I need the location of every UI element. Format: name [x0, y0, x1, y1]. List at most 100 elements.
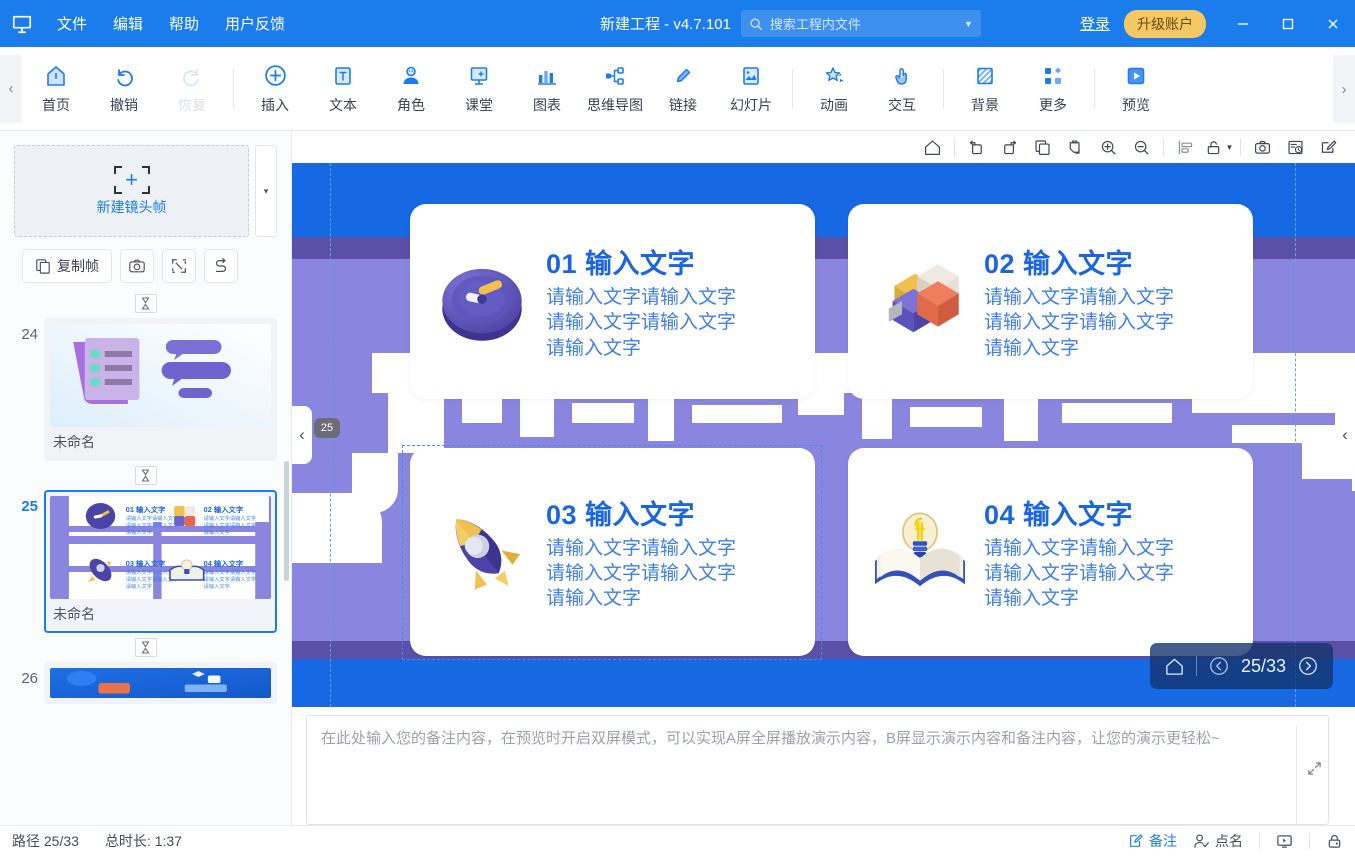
- slide-name[interactable]: 未命名: [50, 599, 271, 627]
- card-title[interactable]: 04 输入文字: [984, 493, 1174, 532]
- card-line[interactable]: 请输入文字请输入文字: [984, 561, 1174, 586]
- canvas-viewport[interactable]: 25 01 输入文字 请输入文字请输入文字 请输入文字请输入文字 请输入文字 0…: [292, 163, 1355, 707]
- notes-input[interactable]: 在此处输入您的备注内容，在预览时开启双屏模式，可以实现A屏全屏播放演示内容，B屏…: [306, 715, 1329, 825]
- slide-thumbnail-card[interactable]: [44, 662, 277, 704]
- slide-row[interactable]: 24 未命名: [14, 318, 277, 461]
- slide-name[interactable]: 未命名: [50, 427, 271, 455]
- lock-button[interactable]: [1326, 833, 1343, 850]
- ribbon-item-redo[interactable]: 恢复: [158, 53, 226, 125]
- card-line[interactable]: 请输入文字请输入文字: [546, 285, 736, 310]
- search-dropdown-icon[interactable]: ▼: [964, 19, 973, 29]
- card-title[interactable]: 03 输入文字: [546, 493, 736, 532]
- minimize-button[interactable]: [1220, 0, 1265, 47]
- ribbon-item-undo[interactable]: 撤销: [90, 53, 158, 125]
- menu-edit[interactable]: 编辑: [100, 7, 156, 40]
- ribbon-scroll-left[interactable]: ‹: [0, 54, 22, 123]
- search-input[interactable]: 搜索工程内文件: [770, 14, 957, 33]
- new-frame-button[interactable]: + 新建镜头帧: [14, 145, 249, 237]
- notes-expand-button[interactable]: [1307, 761, 1322, 776]
- card-line[interactable]: 请输入文字请输入文字: [984, 536, 1174, 561]
- present-screen-button[interactable]: [1276, 833, 1293, 850]
- ribbon-item-classroom[interactable]: 课堂: [445, 53, 513, 125]
- menu-help[interactable]: 帮助: [156, 7, 212, 40]
- upgrade-account-button[interactable]: 升级账户: [1124, 9, 1206, 38]
- card-line[interactable]: 请输入文字请输入文字: [546, 310, 736, 335]
- zoom-out-button[interactable]: [1125, 133, 1158, 161]
- ribbon-item-slide[interactable]: 幻灯片: [717, 53, 785, 125]
- card-line[interactable]: 请输入文字: [984, 336, 1174, 361]
- ribbon-item-mindmap[interactable]: 思维导图: [581, 53, 649, 125]
- canvas-page-nav[interactable]: 25/33: [1149, 643, 1333, 689]
- card-line[interactable]: 请输入文字请输入文字: [546, 561, 736, 586]
- nav-prev-icon[interactable]: [1208, 655, 1230, 677]
- transition-marker[interactable]: [14, 633, 277, 662]
- zoom-in-button[interactable]: [1092, 133, 1125, 161]
- editor-main: ▼ 25 01 输入文字 请输入文字请输入文字 请输入文字请输入文字 请输入文字…: [292, 131, 1355, 825]
- card-line[interactable]: 请输入文字请输入文字: [546, 536, 736, 561]
- card-line[interactable]: 请输入文字请输入文字: [984, 310, 1174, 335]
- frame-badge[interactable]: 25: [314, 418, 340, 438]
- ribbon-item-preview[interactable]: 预览: [1102, 53, 1170, 125]
- camera-button[interactable]: [120, 249, 154, 283]
- path-order-button[interactable]: [204, 249, 238, 283]
- slide-row[interactable]: 25 01 输入文字 请输入文字请输入文字 请输入文字请输入文字 请输入文字 0…: [14, 490, 277, 633]
- edit-button[interactable]: [1312, 133, 1345, 161]
- slide-thumbnail-card-active[interactable]: 01 输入文字 请输入文字请输入文字 请输入文字请输入文字 请输入文字 02 输…: [44, 490, 277, 633]
- slide-row[interactable]: 26: [14, 662, 277, 704]
- menu-file[interactable]: 文件: [44, 7, 100, 40]
- nav-home-icon[interactable]: [1164, 656, 1185, 677]
- canvas-home-button[interactable]: [916, 133, 949, 161]
- fit-frame-button[interactable]: [162, 249, 196, 283]
- slide-canvas[interactable]: 25 01 输入文字 请输入文字请输入文字 请输入文字请输入文字 请输入文字 0…: [292, 163, 1355, 707]
- roll-call-button[interactable]: 点名: [1193, 831, 1243, 851]
- content-card-02[interactable]: 02 输入文字 请输入文字请输入文字 请输入文字请输入文字 请输入文字: [848, 204, 1253, 399]
- align-button[interactable]: [1169, 133, 1202, 161]
- new-frame-dropdown[interactable]: ▾: [255, 145, 277, 237]
- ribbon-item-text[interactable]: 文本: [309, 53, 377, 125]
- card-line[interactable]: 请输入文字: [546, 586, 736, 611]
- menu-feedback[interactable]: 用户反馈: [212, 7, 298, 40]
- copy-button[interactable]: [1026, 133, 1059, 161]
- card-line[interactable]: 请输入文字: [984, 586, 1174, 611]
- content-card-04[interactable]: 04 输入文字 请输入文字请输入文字 请输入文字请输入文字 请输入文字: [848, 448, 1253, 656]
- snapshot-button[interactable]: [1246, 133, 1279, 161]
- card-line[interactable]: 请输入文字: [546, 336, 736, 361]
- ribbon-label: 恢复: [178, 96, 206, 113]
- lock-toggle-button[interactable]: ▼: [1202, 133, 1235, 161]
- timeline-button[interactable]: [1279, 133, 1312, 161]
- canvas-prev-arrow[interactable]: ‹: [292, 406, 312, 464]
- rotate-right-button[interactable]: [993, 133, 1026, 161]
- card-title[interactable]: 01 输入文字: [546, 242, 736, 281]
- slides-scrollbar[interactable]: [284, 461, 289, 581]
- ribbon-item-chart[interactable]: 图表: [513, 53, 581, 125]
- ribbon-scroll-right[interactable]: ›: [1333, 55, 1355, 123]
- transition-marker[interactable]: [14, 289, 277, 318]
- card-line[interactable]: 请输入文字请输入文字: [984, 285, 1174, 310]
- ribbon-item-interaction[interactable]: 交互: [868, 53, 936, 125]
- slides-list[interactable]: 24 未命名 25 01 输入文字 请输入文字请输入文字 请输入文字请输入文字 …: [0, 289, 291, 825]
- transition-marker[interactable]: [14, 461, 277, 490]
- content-card-03[interactable]: 03 输入文字 请输入文字请输入文字 请输入文字请输入文字 请输入文字: [410, 448, 815, 656]
- login-link[interactable]: 登录: [1080, 13, 1110, 34]
- copy-frame-button[interactable]: 复制帧: [22, 249, 112, 283]
- rotate-left-button[interactable]: [960, 133, 993, 161]
- ribbon-item-more[interactable]: 更多: [1019, 53, 1087, 125]
- decor-wordart: [462, 399, 502, 423]
- ribbon-item-character[interactable]: 角色: [377, 53, 445, 125]
- ribbon-item-background[interactable]: 背景: [951, 53, 1019, 125]
- paste-button[interactable]: [1059, 133, 1092, 161]
- ribbon-item-insert[interactable]: 插入: [241, 53, 309, 125]
- maximize-button[interactable]: [1265, 0, 1310, 47]
- search-box[interactable]: 搜索工程内文件 搜索工程内文件 ▼: [740, 10, 981, 37]
- slide-thumbnail-card[interactable]: 未命名: [44, 318, 277, 461]
- ribbon-item-home[interactable]: 首页: [22, 53, 90, 125]
- ribbon-item-link[interactable]: 链接: [649, 53, 717, 125]
- notes-area: 在此处输入您的备注内容，在预览时开启双屏模式，可以实现A屏全屏播放演示内容，B屏…: [292, 707, 1355, 825]
- canvas-next-arrow[interactable]: ‹: [1335, 406, 1355, 464]
- notes-toggle-button[interactable]: 备注: [1128, 831, 1177, 851]
- content-card-01[interactable]: 01 输入文字 请输入文字请输入文字 请输入文字请输入文字 请输入文字: [410, 204, 815, 399]
- nav-next-icon[interactable]: [1297, 655, 1319, 677]
- card-title[interactable]: 02 输入文字: [984, 242, 1174, 281]
- close-button[interactable]: [1310, 0, 1355, 47]
- ribbon-item-animation[interactable]: 动画: [800, 53, 868, 125]
